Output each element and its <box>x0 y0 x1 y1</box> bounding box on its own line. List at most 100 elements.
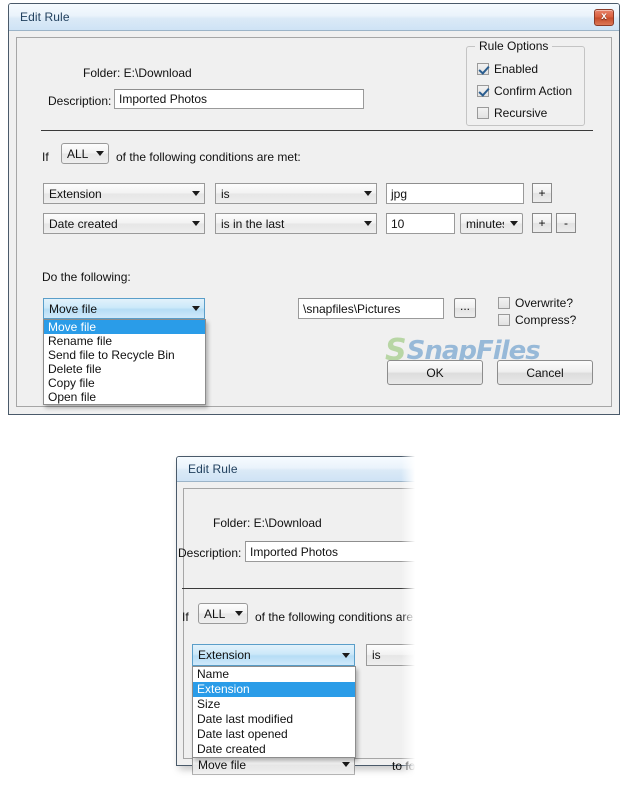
field-dropdown-list-zoom[interactable]: Name Extension Size Date last modified D… <box>192 666 356 758</box>
conditions-suffix-label-zoom: of the following conditions are <box>255 610 414 624</box>
field-combo-value-zoom: Extension <box>198 648 251 662</box>
plus-icon: + <box>538 216 546 230</box>
checkbox-enabled-box <box>477 63 489 75</box>
action-combo[interactable]: Move file <box>43 298 205 319</box>
browse-button[interactable]: ... <box>454 298 476 318</box>
conditions-suffix-label: of the following conditions are met: <box>116 150 301 164</box>
action-intro-label: Do the following: <box>42 270 131 284</box>
ellipsis-icon: ... <box>459 298 470 313</box>
condition-1-operator-value: is <box>221 186 230 201</box>
if-label: If <box>42 150 49 164</box>
dropdown-item-open-file[interactable]: Open file <box>44 390 205 404</box>
chevron-down-icon <box>364 191 372 196</box>
checkbox-compress[interactable]: Compress? <box>498 313 576 327</box>
chevron-down-icon <box>96 151 104 156</box>
if-label-zoom: If <box>182 610 189 624</box>
condition-2-field-combo[interactable]: Date created <box>43 213 205 234</box>
condition-2-remove-button[interactable]: - <box>556 213 576 233</box>
checkbox-enabled-label: Enabled <box>494 62 539 76</box>
screenshot-root: Edit Rule x Rule Options Enabled Confirm… <box>0 0 627 792</box>
ok-button[interactable]: OK <box>387 360 483 385</box>
condition-1-field-value: Extension <box>49 186 102 201</box>
close-button[interactable]: x <box>594 8 614 26</box>
window-title: Edit Rule <box>20 10 70 24</box>
dropdown-item-date-last-modified[interactable]: Date last modified <box>193 712 355 727</box>
dropdown-item-rename-file[interactable]: Rename file <box>44 334 205 348</box>
condition-1-value-input[interactable]: jpg <box>386 183 524 204</box>
checkbox-enabled[interactable]: Enabled <box>477 62 538 76</box>
titlebar-zoom: Edit Rule <box>177 457 417 482</box>
dropdown-item-name[interactable]: Name <box>193 667 355 682</box>
match-mode-value-zoom: ALL <box>204 606 226 621</box>
minus-icon: - <box>564 216 568 230</box>
checkbox-overwrite-label: Overwrite? <box>515 296 574 310</box>
description-input-value-zoom: Imported Photos <box>250 544 339 559</box>
condition-1-field-combo[interactable]: Extension <box>43 183 205 204</box>
description-label-zoom: Description: <box>178 546 242 560</box>
chevron-down-icon <box>192 221 200 226</box>
cancel-button-label: Cancel <box>526 365 564 380</box>
chevron-down-icon <box>235 611 243 616</box>
condition-2-value-input[interactable]: 10 <box>386 213 455 234</box>
checkbox-confirm-action[interactable]: Confirm Action <box>477 84 572 98</box>
destination-value: \snapfiles\Pictures <box>303 301 401 316</box>
clip-fade-bottom <box>170 770 417 792</box>
match-mode-combo[interactable]: ALL <box>61 143 109 164</box>
chevron-down-icon <box>510 221 518 226</box>
chevron-down-icon <box>192 306 200 311</box>
action-combo-value: Move file <box>49 301 98 316</box>
checkbox-confirm-action-box <box>477 85 489 97</box>
dropdown-item-extension[interactable]: Extension <box>193 682 355 697</box>
dropdown-item-delete-file[interactable]: Delete file <box>44 362 205 376</box>
checkbox-overwrite-box <box>498 297 510 309</box>
condition-2-operator-value: is in the last <box>221 216 285 231</box>
match-mode-combo-zoom[interactable]: ALL <box>198 603 248 624</box>
dropdown-item-move-file[interactable]: Move file <box>44 320 205 334</box>
description-input-zoom[interactable]: Imported Photos <box>245 541 417 562</box>
match-mode-value: ALL <box>67 146 89 161</box>
condition-2-value: 10 <box>391 216 405 231</box>
edit-rule-dialog: Edit Rule x Rule Options Enabled Confirm… <box>8 3 620 415</box>
condition-2-unit-value: minutes <box>466 216 504 231</box>
condition-2-field-value: Date created <box>49 216 118 231</box>
description-label: Description: <box>48 94 112 108</box>
checkbox-recursive-label: Recursive <box>494 106 548 120</box>
cancel-button[interactable]: Cancel <box>497 360 593 385</box>
titlebar: Edit Rule x <box>9 4 619 31</box>
description-input[interactable]: Imported Photos <box>114 89 364 109</box>
ok-button-label: OK <box>426 365 444 380</box>
dropdown-item-size[interactable]: Size <box>193 697 355 712</box>
destination-input[interactable]: \snapfiles\Pictures <box>298 298 444 319</box>
condition-1-add-button[interactable]: + <box>532 183 552 203</box>
checkbox-recursive-box <box>477 107 489 119</box>
rule-options-legend: Rule Options <box>475 39 553 53</box>
folder-label: Folder: E:\Download <box>83 66 192 80</box>
action-dropdown-list[interactable]: Move file Rename file Send file to Recyc… <box>43 319 206 405</box>
plus-icon: + <box>538 186 546 200</box>
dialog-client-area-zoom: Folder: E:\Download Description: Importe… <box>178 488 417 775</box>
clip-fade-right <box>401 450 417 792</box>
condition-1-value: jpg <box>391 186 408 201</box>
checkbox-compress-label: Compress? <box>515 313 577 327</box>
dropdown-item-date-last-opened[interactable]: Date last opened <box>193 727 355 742</box>
edit-rule-dialog-zoom-clip: Edit Rule Folder: E:\Download Descriptio… <box>170 450 417 792</box>
checkbox-compress-box <box>498 314 510 326</box>
condition-2-add-button[interactable]: + <box>532 213 552 233</box>
chevron-down-icon <box>342 762 350 767</box>
condition-2-operator-combo[interactable]: is in the last <box>215 213 377 234</box>
chevron-down-icon <box>192 191 200 196</box>
condition-2-unit-combo[interactable]: minutes <box>460 213 523 234</box>
description-input-value: Imported Photos <box>119 92 208 106</box>
dialog-client-area: Rule Options Enabled Confirm Action Recu… <box>16 37 612 407</box>
edit-rule-dialog-zoomed: Edit Rule Folder: E:\Download Descriptio… <box>176 456 417 775</box>
dropdown-item-date-created[interactable]: Date created <box>193 742 355 757</box>
dropdown-item-send-to-recycle-bin[interactable]: Send file to Recycle Bin <box>44 348 205 362</box>
condition-1-operator-combo[interactable]: is <box>215 183 377 204</box>
checkbox-recursive[interactable]: Recursive <box>477 106 547 120</box>
section-divider-zoom <box>182 588 417 589</box>
field-combo-zoom[interactable]: Extension <box>192 644 355 666</box>
chevron-down-icon <box>342 652 350 658</box>
dropdown-item-copy-file[interactable]: Copy file <box>44 376 205 390</box>
close-icon: x <box>601 11 607 22</box>
checkbox-overwrite[interactable]: Overwrite? <box>498 296 573 310</box>
